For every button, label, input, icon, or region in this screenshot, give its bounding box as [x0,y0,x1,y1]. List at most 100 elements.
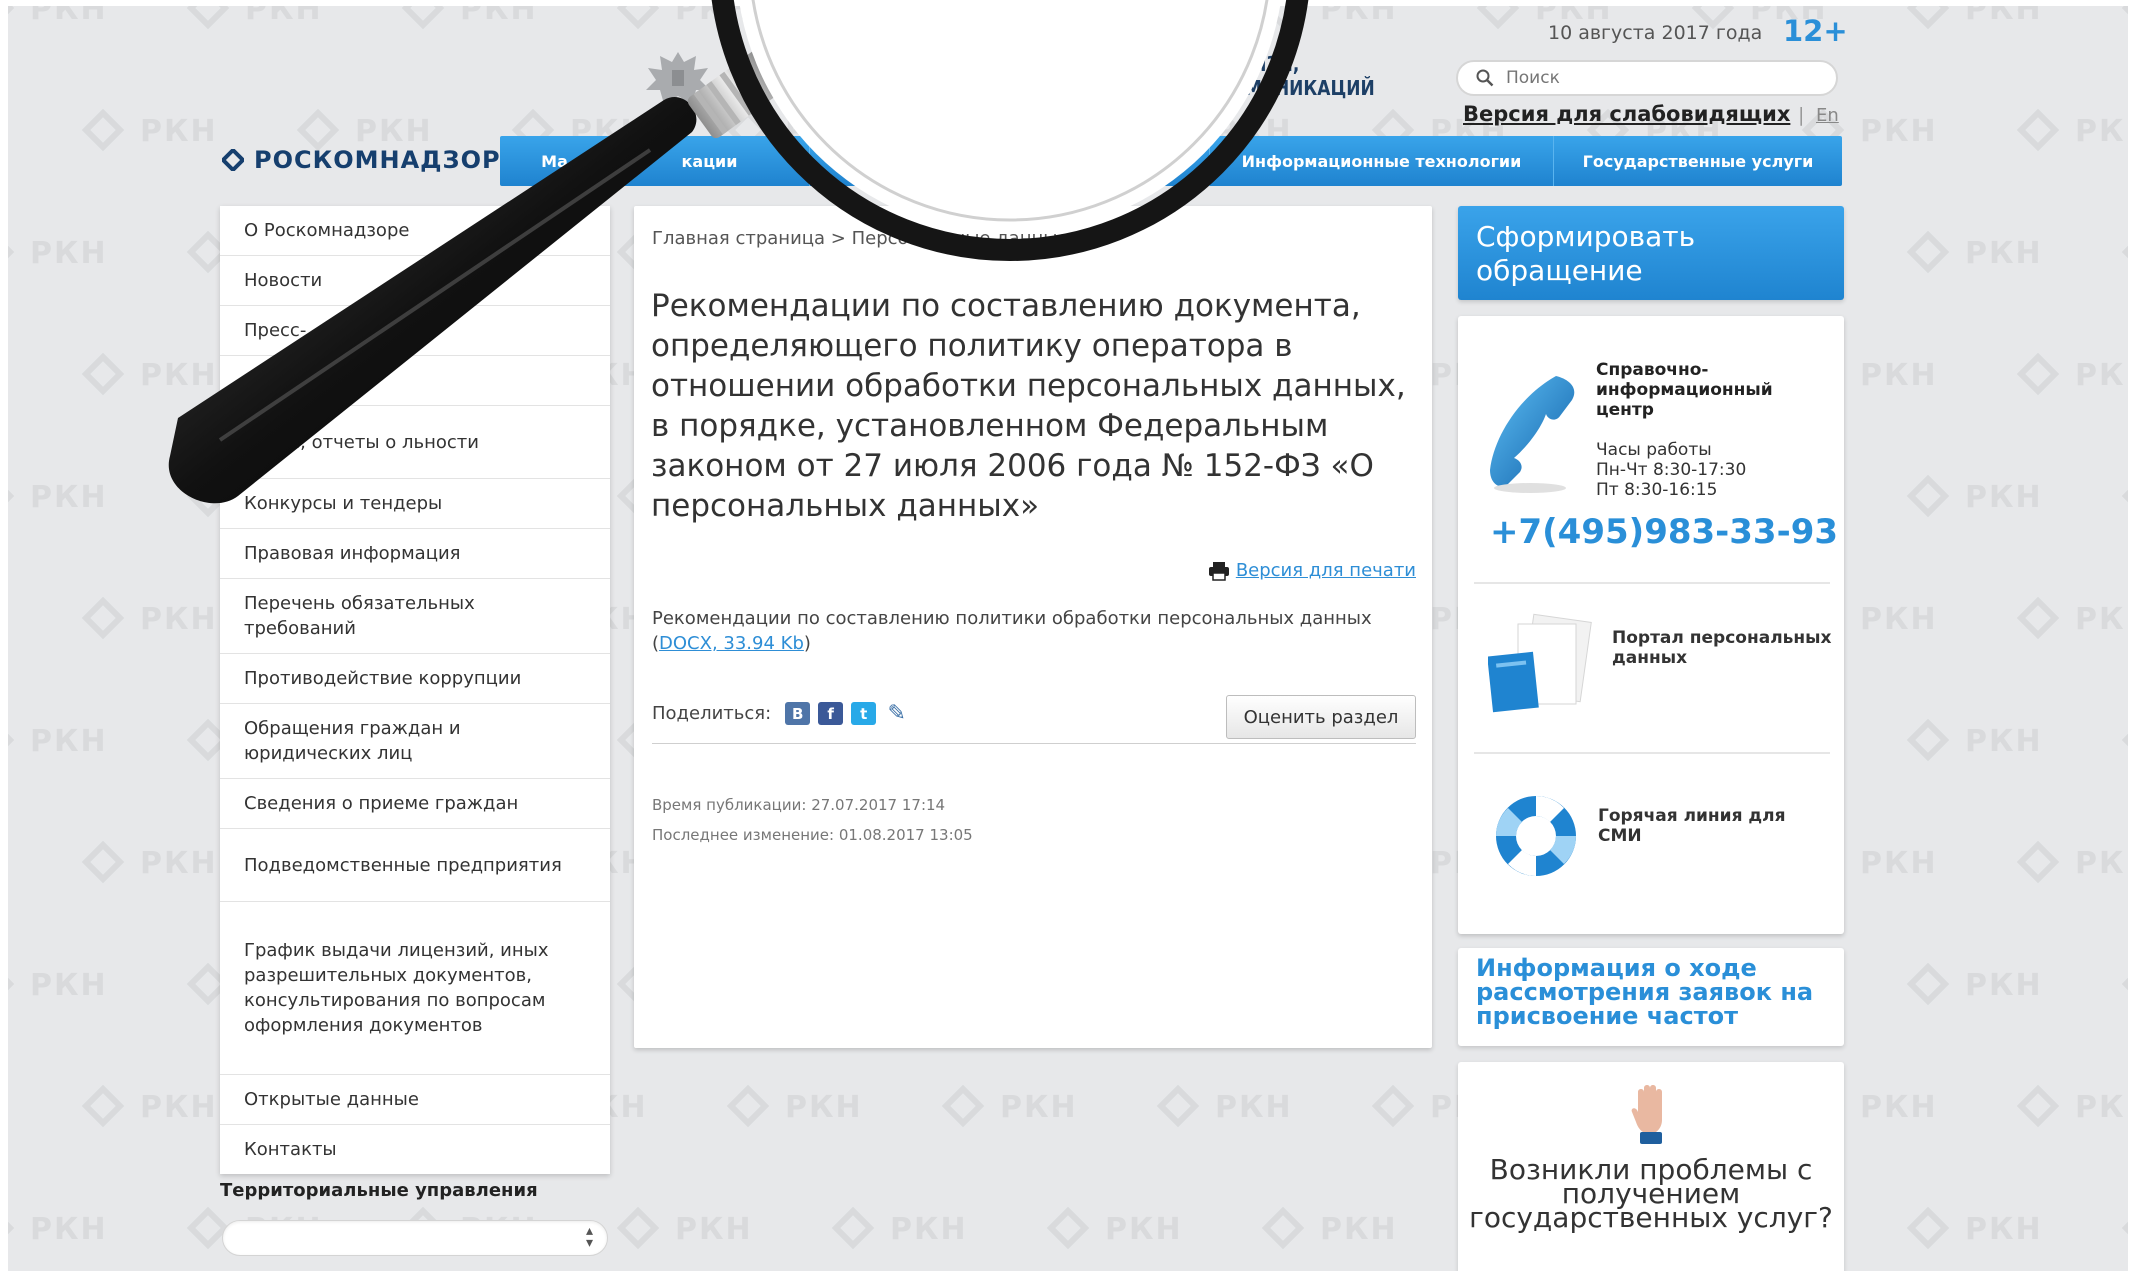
sidebar-item-planning-reports[interactable]: вание, отчеты о льности [220,406,610,479]
info-center-title[interactable]: Справочно-информационный центр [1596,360,1826,420]
sidebar-item-press[interactable]: Пресс- [220,306,610,356]
watermark-text: РКН [140,846,218,881]
nav-item-svyaz[interactable]: Св [810,136,960,186]
state-services-problem-text[interactable]: Возникли проблемы с получением государст… [1458,1156,1844,1232]
sidebar-item-subordinate-enterprises[interactable]: Подведомственные предприятия [220,829,610,902]
watermark-text: РКН [2075,846,2128,881]
sidebar-item-anti-corruption[interactable]: Противодействие коррупции [220,654,610,704]
vk-icon[interactable]: B [785,702,811,725]
english-version-link[interactable]: En [1816,105,1839,126]
watermark-diamond-icon [616,6,660,30]
watermark-text: РКН [30,6,108,27]
state-services-problem-box[interactable]: Возникли проблемы с получением государст… [1458,1062,1844,1271]
document-download-link[interactable]: DOCX, 33.94 Kb [659,633,804,654]
info-services-card: Справочно-информационный центр Часы рабо… [1458,316,1844,934]
watermark-tile: РКН [2016,840,2128,884]
media-hotline-link[interactable]: Горячая линия для СМИ [1598,806,1818,846]
raised-hand-icon [1631,1085,1662,1144]
frequency-applications-info-link[interactable]: Информация о ходе рассмотрения заявок на… [1458,948,1844,1046]
info-center-phone[interactable]: +7(495)983-33-93 [1490,512,1838,552]
watermark-diamond-icon [2016,596,2060,640]
watermark-tile: РКН [1156,1084,1293,1128]
watermark-tile: РКН [616,6,753,30]
watermark-diamond-icon [296,108,340,152]
print-version-link[interactable]: Версия для печати [1236,560,1416,581]
search-input[interactable] [1506,68,1806,88]
sidebar-item-press-service[interactable]: я служба [220,356,610,406]
watermark-text: РКН [460,6,538,27]
watermark-diamond-icon [1046,6,1090,30]
sidebar-item-about[interactable]: О Роскомнадзоре [220,206,610,256]
watermark-text: РКН [140,1090,218,1125]
nav-item-communications[interactable]: кации [610,136,810,186]
search-box[interactable] [1456,60,1838,96]
watermark-tile: РКН [616,1206,753,1250]
breadcrumb[interactable]: Главная страница > Персональные данные [652,228,1069,249]
watermark-diamond-icon [8,230,15,274]
watermark-text: РКН [1860,602,1938,637]
watermark-diamond-icon [186,6,230,30]
watermark-tile: РКН [8,718,108,762]
watermark-text: РКН [140,358,218,393]
watermark-text: РКН [1105,1212,1183,1247]
watermark-diamond-icon [2121,1206,2128,1250]
watermark-tile: РКН [8,474,108,518]
watermark-tile: РКН [81,352,218,396]
watermark-diamond-icon [2121,6,2128,30]
age-rating: 12+ [1783,14,1848,48]
print-version[interactable]: Версия для печати [1208,560,1416,581]
page-background: РКН РКН РКН РКН РКН РКН РКН РКН РКН РКН РКН РКН РКН Р… [8,6,2128,1271]
watermark-text: РКН [30,1212,108,1247]
watermark-diamond-icon [2121,230,2128,274]
twitter-icon[interactable]: t [851,702,877,725]
watermark-tile: РКН [81,840,218,884]
rate-section-button[interactable]: Оценить раздел [1226,695,1416,739]
accessibility-version-link[interactable]: Версия для слабовидящих [1463,102,1790,126]
watermark-text: РКН [1105,6,1183,27]
watermark-tile: РКН [81,596,218,640]
facebook-icon[interactable]: f [818,702,844,725]
watermark-text: РКН [1860,846,1938,881]
sidebar-item-contacts[interactable]: Контакты [220,1125,610,1174]
watermark-text: РКН [355,114,433,149]
sidebar-item-open-data[interactable]: Открытые данные [220,1075,610,1125]
territorial-offices-label: Территориальные управления [220,1180,538,1201]
watermark-tile: РКН [1906,6,2043,30]
sidebar-item-citizen-reception[interactable]: Сведения о приеме граждан [220,779,610,829]
watermark-text: РКН [2075,602,2128,637]
watermark-diamond-icon [8,6,15,30]
watermark-diamond-icon [1371,1084,1415,1128]
sidebar-item-legal-info[interactable]: Правовая информация [220,529,610,579]
sidebar-item-news[interactable]: Новости [220,256,610,306]
watermark-tile: РКН [8,6,108,30]
watermark-diamond-icon [1046,1206,1090,1250]
sidebar-item-license-schedule[interactable]: График выдачи лицензий, иных разрешитель… [220,902,610,1075]
watermark-diamond-icon [81,596,125,640]
nav-item-state-services[interactable]: Государственные услуги [1554,136,1842,186]
documents-icon [1488,613,1592,713]
nav-item-personal-data[interactable] [960,136,1210,186]
sidebar-item-citizen-appeals[interactable]: Обращения граждан и юридических лиц [220,704,610,779]
personal-data-portal-link[interactable]: Портал персональных данных [1612,628,1844,668]
nav-item-media[interactable]: Ма [500,136,610,186]
watermark-tile: РКН [1906,962,2043,1006]
watermark-tile: РКН [2016,108,2128,152]
share-bar: Поделиться: B f t ✎ [652,701,909,726]
sidebar-item-mandatory-requirements[interactable]: Перечень обязательных требований [220,579,610,654]
watermark-diamond-icon [81,108,125,152]
nav-item-information-technologies[interactable]: Информационные технологии [1210,136,1554,186]
select-arrows-icon: ▴ ▾ [585,1223,593,1251]
livejournal-icon[interactable]: ✎ [884,701,909,726]
watermark-tile: РКН [1261,1206,1398,1250]
sidebar-item-tenders[interactable]: Конкурсы и тендеры [220,479,610,529]
territorial-offices-select[interactable]: ▴ ▾ [222,1220,608,1256]
watermark-text: РКН [890,1212,968,1247]
watermark-text: РКН [30,236,108,271]
roskomnadzor-logo[interactable]: РОСКОМНАДЗОР [222,146,501,174]
watermark-tile: РКН [831,6,968,30]
watermark-tile: РКН [1906,474,2043,518]
create-appeal-button[interactable]: Сформировать обращение [1458,206,1844,300]
search-icon [1476,69,1494,87]
watermark-text: РКН [1860,114,1938,149]
watermark-diamond-icon [616,1206,660,1250]
